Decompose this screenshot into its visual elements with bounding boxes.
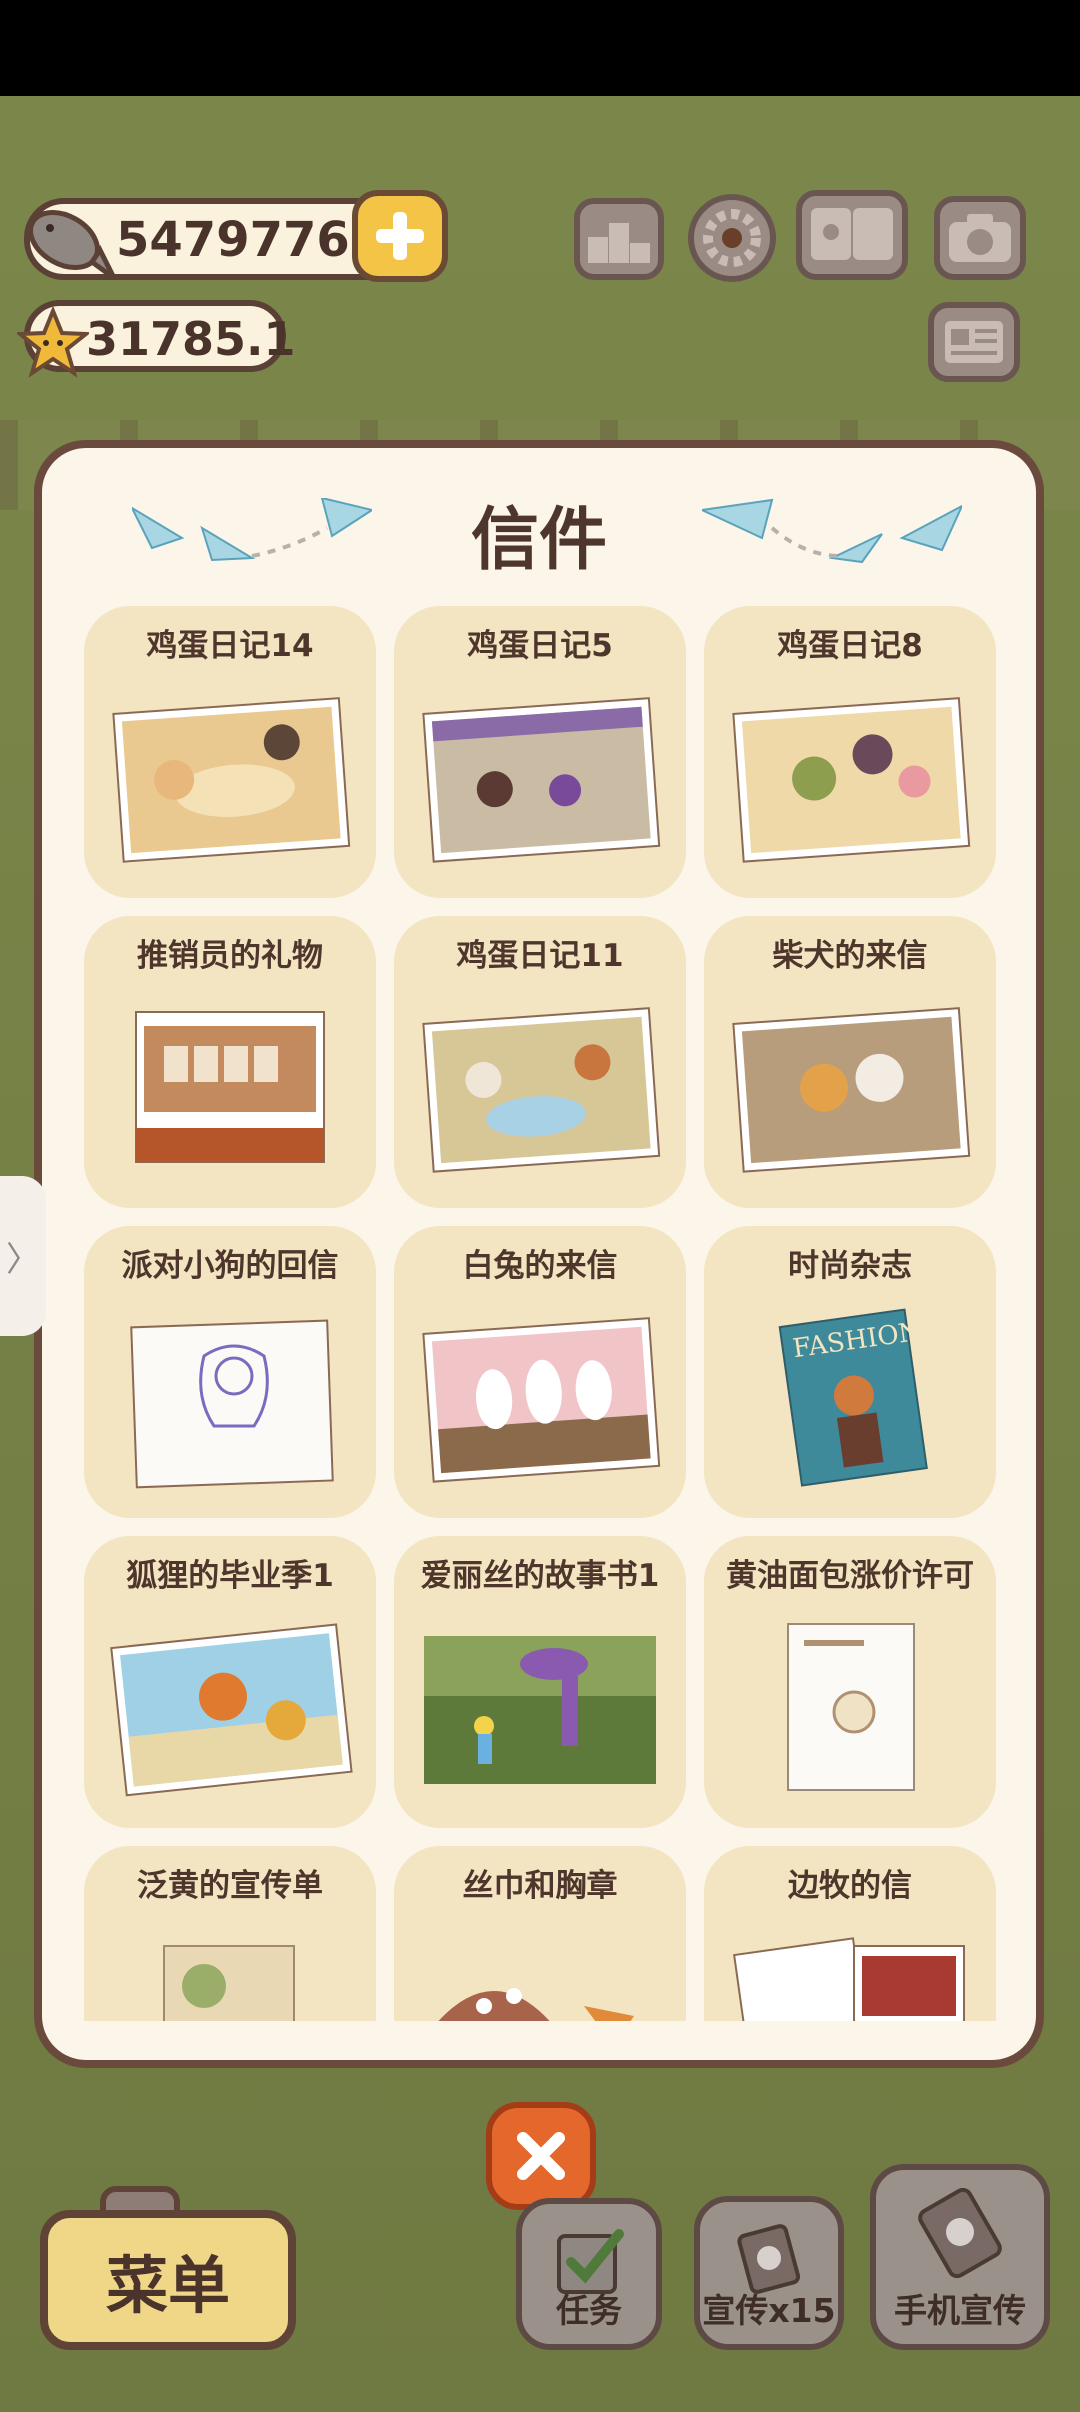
close-icon [517, 2132, 565, 2180]
letter-title: 黄油面包涨价许可 [726, 1558, 974, 1594]
letter-card-yellowed-flyer[interactable]: 泛黄的宣传单 [84, 1846, 376, 2021]
letter-card-alice-storybook[interactable]: 爱丽丝的故事书1 [394, 1536, 686, 1828]
letters-modal: 信件 鸡蛋日记14 鸡蛋日记5 鸡蛋日记8 推销员的礼物 鸡蛋日记11 柴犬的来… [34, 440, 1044, 2068]
book-icon [811, 208, 893, 260]
task-button[interactable]: 任务 [516, 2198, 662, 2350]
add-fish-button[interactable] [352, 190, 448, 282]
fish-icon [20, 196, 116, 284]
task-label: 任务 [556, 2291, 622, 2330]
menu-label: 菜单 [105, 2249, 230, 2322]
phone-icon [918, 2188, 1002, 2278]
close-modal-button[interactable] [486, 2102, 596, 2210]
letter-card-salesman-gift[interactable]: 推销员的礼物 [84, 916, 376, 1208]
chevron-right-icon: 〉 [6, 1239, 40, 1280]
gear-icon [703, 209, 761, 267]
letter-title: 爱丽丝的故事书1 [420, 1558, 660, 1594]
letter-title: 推销员的礼物 [137, 938, 323, 974]
camera-button[interactable] [934, 196, 1026, 280]
settings-button[interactable] [688, 194, 776, 282]
star-count: 31785.1 [86, 312, 296, 366]
letter-title: 泛黄的宣传单 [137, 1868, 323, 1904]
album-button[interactable] [796, 190, 908, 280]
ranking-button[interactable] [574, 198, 664, 280]
newspaper-icon [945, 321, 1003, 363]
letter-title: 鸡蛋日记14 [146, 628, 314, 664]
plus-icon [376, 212, 424, 260]
newspaper-button[interactable] [928, 302, 1020, 382]
phone-promo-button[interactable]: 手机宣传 [870, 2164, 1050, 2350]
letter-title: 边牧的信 [788, 1868, 912, 1904]
system-status-bar [0, 0, 1080, 96]
camera-icon [949, 214, 1011, 262]
letter-card-white-rabbit-letter[interactable]: 白兔的来信 [394, 1226, 686, 1518]
letter-card-egg-diary-14[interactable]: 鸡蛋日记14 [84, 606, 376, 898]
letter-card-egg-diary-5[interactable]: 鸡蛋日记5 [394, 606, 686, 898]
letter-card-border-collie-letter[interactable]: 边牧的信 [704, 1846, 996, 2021]
side-drawer-tab[interactable]: 〉 [0, 1176, 46, 1336]
letter-card-party-puppy-reply[interactable]: 派对小狗的回信 [84, 1226, 376, 1518]
letter-title: 派对小狗的回信 [121, 1248, 339, 1284]
star-icon [14, 302, 92, 384]
promo-label: 宣传x15 [702, 2291, 836, 2330]
promo-button[interactable]: 宣传x15 [694, 2196, 844, 2350]
paper-planes-right-icon [702, 498, 962, 564]
fish-count: 54797762 [116, 212, 384, 268]
letter-card-fox-graduation[interactable]: 狐狸的毕业季1 [84, 1536, 376, 1828]
phone-promo-label: 手机宣传 [894, 2291, 1026, 2330]
menu-button[interactable]: 菜单 [40, 2210, 296, 2350]
letter-title: 鸡蛋日记8 [777, 628, 923, 664]
letter-card-egg-diary-11[interactable]: 鸡蛋日记11 [394, 916, 686, 1208]
letter-card-butter-bread-permit[interactable]: 黄油面包涨价许可 [704, 1536, 996, 1828]
letter-title: 狐狸的毕业季1 [126, 1558, 334, 1594]
letter-title: 鸡蛋日记11 [456, 938, 624, 974]
letter-title: 白兔的来信 [462, 1248, 618, 1284]
ranking-icon [588, 223, 650, 263]
letter-title: 鸡蛋日记5 [467, 628, 613, 664]
letter-title: 柴犬的来信 [772, 938, 928, 974]
letter-card-fashion-magazine[interactable]: FASHION 时尚杂志 [704, 1226, 996, 1518]
letter-card-egg-diary-8[interactable]: 鸡蛋日记8 [704, 606, 996, 898]
letter-title: 时尚杂志 [788, 1248, 912, 1284]
letter-card-shiba-letter[interactable]: 柴犬的来信 [704, 916, 996, 1208]
letters-grid: 鸡蛋日记14 鸡蛋日记5 鸡蛋日记8 推销员的礼物 鸡蛋日记11 柴犬的来信 派… [84, 606, 1004, 2021]
letter-title: 丝巾和胸章 [462, 1868, 618, 1904]
letter-card-scarf-and-badge[interactable]: 丝巾和胸章 [394, 1846, 686, 2021]
